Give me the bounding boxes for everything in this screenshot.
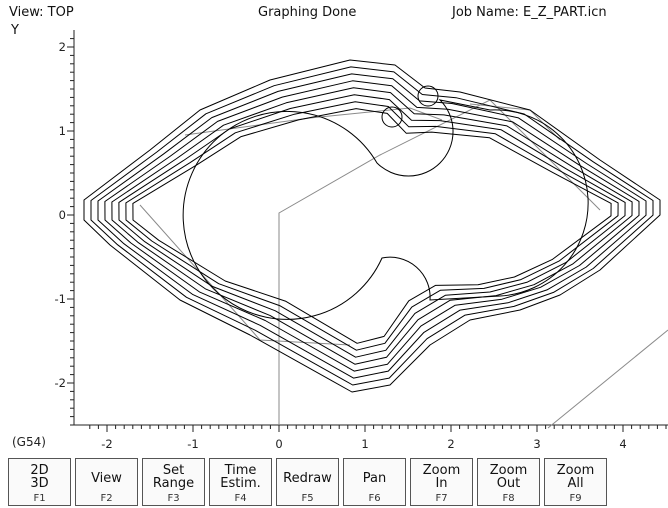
fkey-f8[interactable]: Zoom Out F8 xyxy=(477,458,540,506)
contour-offset-path xyxy=(90,66,654,386)
fkey-f9[interactable]: Zoom All F9 xyxy=(544,458,607,506)
x-tick-label: 2 xyxy=(447,437,454,451)
fkey-label: View xyxy=(91,471,122,486)
x-axis-tick-labels: -2 -1 0 1 2 3 4 xyxy=(101,437,626,451)
rapid-moves xyxy=(139,99,668,429)
x-tick-label: 0 xyxy=(275,437,282,451)
fkey-number: F6 xyxy=(368,493,381,504)
contour-offset-path xyxy=(125,101,619,351)
fkey-number: F2 xyxy=(100,493,113,504)
y-tick-label: 0 xyxy=(59,208,66,222)
fkey-number: F9 xyxy=(569,493,582,504)
x-tick-label: 1 xyxy=(361,437,368,451)
fkey-label: Zoom Out xyxy=(489,463,528,491)
y-axis-tick-labels: 2 1 0 -1 -2 xyxy=(55,40,66,390)
contour-offset-path xyxy=(132,108,612,344)
y-tick-label: -2 xyxy=(55,376,66,390)
fkey-number: F1 xyxy=(33,493,46,504)
contour-offset-path xyxy=(111,87,633,365)
fkey-label: Zoom In xyxy=(422,463,461,491)
fkey-number: F4 xyxy=(234,493,247,504)
y-axis-label: Y xyxy=(11,23,19,38)
fkey-label: Redraw xyxy=(283,471,332,486)
fkey-number: F7 xyxy=(435,493,448,504)
fkey-number: F3 xyxy=(167,493,180,504)
fkey-f5[interactable]: Redraw F5 xyxy=(276,458,339,506)
y-tick-label: -1 xyxy=(55,292,66,306)
contour-offset-path xyxy=(104,80,640,372)
view-mode-label: View: TOP xyxy=(9,5,74,20)
x-tick-label: 3 xyxy=(533,437,540,451)
y-tick-label: 1 xyxy=(59,124,66,138)
x-tick-label: -2 xyxy=(101,437,112,451)
fkey-f4[interactable]: Time Estim. F4 xyxy=(209,458,272,506)
fkey-number: F5 xyxy=(301,493,314,504)
toolpath-contours xyxy=(83,59,661,393)
fkey-label: Set Range xyxy=(152,463,195,491)
fkey-label: 2D 3D xyxy=(30,463,49,491)
fkey-f7[interactable]: Zoom In F7 xyxy=(410,458,473,506)
work-coordinate-system-label: (G54) xyxy=(12,435,46,449)
fkey-label: Zoom All xyxy=(556,463,595,491)
toolpath-graph-view[interactable]: -2 -1 0 1 2 3 4 2 1 0 -1 -2 xyxy=(0,0,668,458)
fkey-label: Pan xyxy=(362,471,387,486)
x-tick-label: -1 xyxy=(187,437,198,451)
fkey-f2[interactable]: View F2 xyxy=(75,458,138,506)
fkey-f1[interactable]: 2D 3D F1 xyxy=(8,458,71,506)
fkey-f6[interactable]: Pan F6 xyxy=(343,458,406,506)
fkey-label: Time Estim. xyxy=(220,463,261,491)
graph-status: Graphing Done xyxy=(258,5,357,20)
x-tick-label: 4 xyxy=(619,437,626,451)
fkey-number: F8 xyxy=(502,493,515,504)
contour-offset-path xyxy=(97,73,647,379)
y-axis-ticks xyxy=(67,38,74,426)
fkey-f3[interactable]: Set Range F3 xyxy=(142,458,205,506)
job-name-label: Job Name: E_Z_PART.icn xyxy=(452,5,607,20)
function-key-bar: 2D 3D F1 View F2 Set Range F3 Time Estim. F4 Red… xyxy=(8,458,668,508)
x-axis-ticks xyxy=(89,425,667,432)
y-tick-label: 2 xyxy=(59,40,66,54)
contour-offset-path xyxy=(83,59,661,393)
